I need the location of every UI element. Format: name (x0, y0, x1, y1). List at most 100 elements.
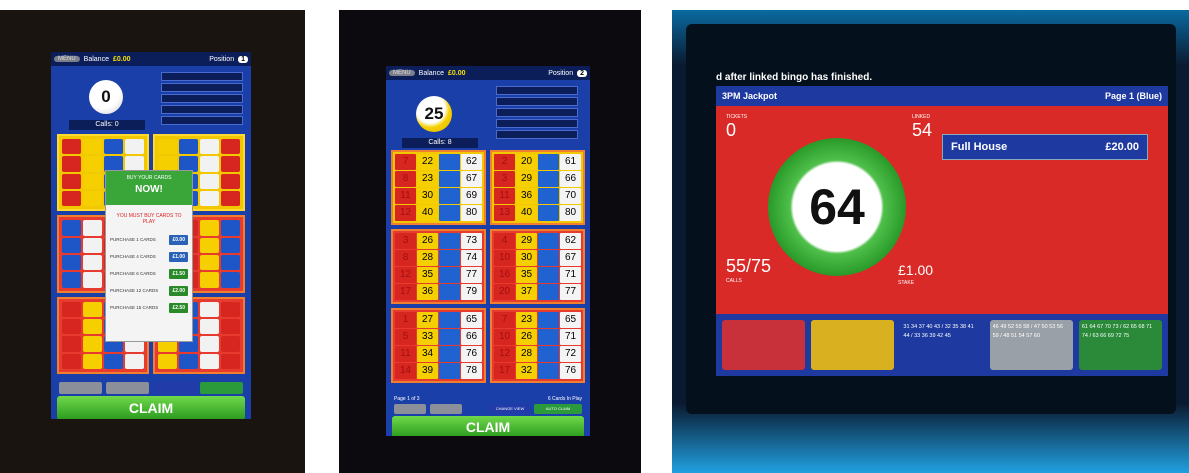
option-button[interactable] (106, 382, 149, 394)
linked-value: 54 (912, 120, 933, 140)
purchase-row[interactable]: PURCHASE 4 CARDS £1.00 (106, 248, 192, 265)
purchase-price-button[interactable]: £0.00 (169, 234, 188, 245)
popup-header-small: BUY YOUR CARDS (126, 175, 172, 181)
card-number: 58 (439, 363, 460, 379)
position-label: Position (548, 69, 574, 77)
stake-label: STAKE (898, 280, 915, 286)
card-cell (221, 220, 240, 236)
option-button[interactable] (394, 404, 426, 414)
card-number: 35 (516, 267, 537, 283)
calls-label: CALLS (726, 278, 742, 284)
auto-claim-button[interactable]: AUTO CLAIM (534, 404, 582, 414)
change-view-button[interactable]: CHANGE VIEW (490, 404, 530, 414)
card-number: 56 (439, 346, 460, 362)
called-ball: 64 (768, 138, 906, 276)
purchase-price-button[interactable]: £2.50 (169, 302, 188, 313)
menu-button[interactable]: MENU (389, 70, 415, 76)
card-number: 1 (395, 312, 416, 328)
purchase-row[interactable]: PURCHASE 6 CARDS £1.50 (106, 265, 192, 282)
card-cell (221, 336, 240, 352)
card-number: 26 (417, 233, 438, 249)
card-cell (179, 353, 198, 369)
card-cell (200, 190, 219, 207)
option-button[interactable] (59, 382, 102, 394)
purchase-label: PURCHASE 15 CARDS (110, 305, 159, 310)
card-number: 45 (538, 312, 559, 328)
purchase-row[interactable]: PURCHASE 1 CARDS £0.00 (106, 231, 192, 248)
card-cell (83, 254, 102, 271)
popup-message: YOU MUST BUY CARDS TO PLAY (116, 213, 182, 225)
card-number: 39 (417, 363, 438, 379)
card-number: 41 (538, 154, 559, 170)
card-cell (125, 139, 144, 155)
purchase-price-button[interactable]: £1.50 (169, 268, 188, 279)
card-number: 29 (516, 233, 537, 249)
card-number: 71 (560, 329, 581, 345)
option-button[interactable] (153, 382, 196, 394)
card-cell (83, 220, 102, 236)
card-cell (62, 190, 81, 207)
purchase-label: PURCHASE 6 CARDS (110, 271, 156, 276)
claim-button[interactable]: CLAIM (57, 396, 245, 419)
purchase-label: PURCHASE 4 CARDS (110, 254, 156, 259)
card-number: 23 (417, 171, 438, 187)
news-ticker: d after linked bingo has finished. (716, 72, 873, 83)
photo-terminal-1: MENU Balance £0.00 Position 1 0 Calls: 0… (0, 10, 305, 473)
card-number: 67 (560, 250, 581, 266)
auto-claim-button[interactable] (200, 382, 243, 394)
purchase-price-button[interactable]: £2.00 (169, 285, 188, 296)
card-number: 11 (395, 346, 416, 362)
card-cell (62, 254, 81, 271)
card-cell (83, 139, 102, 155)
card-number: 36 (516, 188, 537, 204)
card-number: 45 (439, 188, 460, 204)
card-number: 2 (494, 154, 515, 170)
claim-button[interactable]: CLAIM (392, 416, 584, 436)
bingo-card: 3 26 43 73 8 28 48 74 12 35 51 77 17 36 52 79 (391, 229, 486, 304)
card-number: 60 (439, 205, 460, 221)
option-button[interactable] (430, 404, 462, 414)
menu-button[interactable]: MENU (54, 56, 80, 62)
card-cell (221, 173, 240, 189)
card-number: 76 (560, 363, 581, 379)
game-header: 3PM Jackpot Page 1 (Blue) (716, 86, 1168, 106)
card-number: 16 (494, 267, 515, 283)
card-cell (104, 139, 123, 155)
called-ball: 25 (416, 96, 452, 132)
card-number: 11 (439, 154, 460, 170)
card-number: 69 (461, 188, 482, 204)
balance-label: Balance (418, 69, 444, 77)
purchase-row[interactable]: PURCHASE 15 CARDS £2.50 (106, 299, 192, 316)
card-cell (221, 254, 240, 271)
card-number: 33 (417, 329, 438, 345)
prize-list (496, 86, 578, 140)
card-number: 56 (538, 284, 559, 300)
card-number: 17 (395, 284, 416, 300)
top-bar: MENU Balance £0.00 Position 2 (386, 66, 590, 80)
card-number: 74 (461, 250, 482, 266)
purchase-row[interactable]: PURCHASE 12 CARDS £2.00 (106, 282, 192, 299)
card-number: 76 (461, 346, 482, 362)
card-number: 77 (560, 284, 581, 300)
balance-label: Balance (83, 55, 109, 63)
card-cell (62, 301, 81, 317)
card-cell (221, 353, 240, 369)
buy-cards-popup: BUY YOUR CARDS NOW! YOU MUST BUY CARDS T… (105, 170, 193, 342)
card-number: 51 (439, 267, 460, 283)
card-number: 11 (494, 188, 515, 204)
card-cell (83, 301, 102, 317)
card-number: 79 (461, 284, 482, 300)
called-numbers-board: 31 34 37 40 43 / 32 35 38 41 44 / 33 36 … (716, 314, 1168, 376)
card-number: 66 (461, 329, 482, 345)
card-cell (221, 190, 240, 207)
purchase-price-button[interactable]: £1.00 (169, 251, 188, 262)
game-title: 3PM Jackpot (722, 91, 778, 101)
bingo-screen-1: MENU Balance £0.00 Position 1 0 Calls: 0… (51, 52, 251, 419)
position-value: 2 (577, 69, 587, 77)
card-number: 65 (461, 312, 482, 328)
card-cell (62, 156, 81, 172)
bingo-card: 7 22 11 62 8 23 46 67 11 30 45 69 12 40 60 80 (391, 150, 486, 225)
bingo-card: 1 27 50 65 5 33 55 66 11 34 56 76 14 39 58 78 (391, 308, 486, 383)
popup-header-big: NOW! (135, 184, 163, 195)
card-cell (62, 220, 81, 236)
